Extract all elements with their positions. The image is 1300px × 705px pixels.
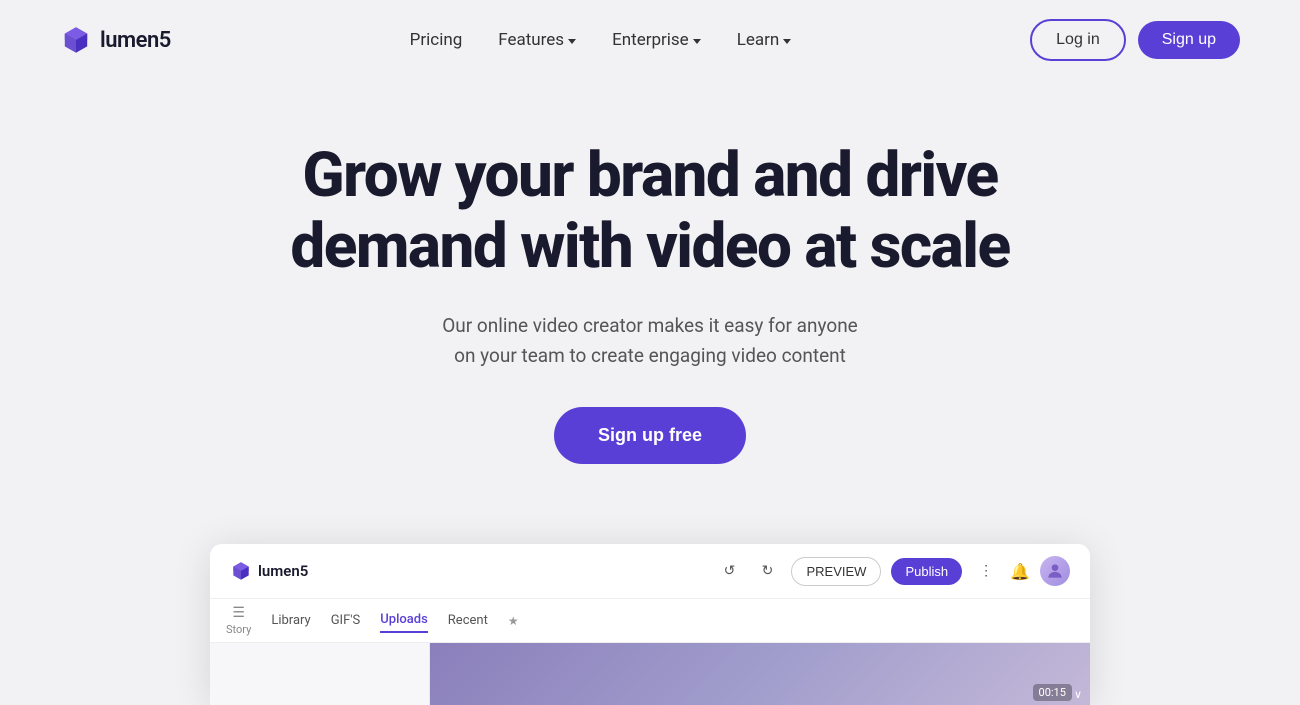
signup-button[interactable]: Sign up	[1138, 21, 1240, 59]
logo[interactable]: lumen5	[60, 24, 171, 56]
story-tab[interactable]: ☰ Story	[226, 605, 251, 636]
preview-button[interactable]: PREVIEW	[791, 557, 881, 586]
notification-bell-icon[interactable]: 🔔	[1010, 562, 1030, 581]
hero-title: Grow your brand and drive demand with vi…	[290, 140, 1009, 283]
publish-button[interactable]: Publish	[891, 558, 962, 585]
app-bar-actions: ↺ ↻ PREVIEW Publish ⋮ 🔔	[715, 556, 1070, 586]
app-topbar: lumen5 ↺ ↻ PREVIEW Publish ⋮ 🔔	[210, 544, 1090, 599]
hero-subtitle: Our online video creator makes it easy f…	[442, 311, 858, 372]
undo-button[interactable]: ↺	[715, 557, 743, 585]
app-video-panel: 00:15 ∨	[430, 643, 1090, 705]
app-footer-bar: 00:15 ∨	[430, 643, 1090, 705]
nav-features[interactable]: Features	[498, 30, 576, 50]
lumen5-logo-icon	[60, 24, 92, 56]
login-button[interactable]: Log in	[1030, 19, 1126, 61]
more-options-button[interactable]: ⋮	[972, 557, 1000, 585]
features-chevron-icon	[568, 39, 576, 44]
nav-learn[interactable]: Learn	[737, 30, 792, 50]
recent-tab[interactable]: Recent	[448, 609, 488, 632]
star-icon[interactable]: ★	[508, 614, 519, 628]
nav-enterprise[interactable]: Enterprise	[612, 30, 701, 50]
app-logo-icon	[230, 560, 252, 582]
story-icon: ☰	[232, 605, 245, 621]
avatar-icon	[1045, 561, 1065, 581]
learn-chevron-icon	[783, 39, 791, 44]
app-content-area: 00:15 ∨	[210, 643, 1090, 705]
nav-pricing[interactable]: Pricing	[410, 30, 463, 50]
app-toolbar: ☰ Story Library GIF'S Uploads Recent ★	[210, 599, 1090, 643]
hero-cta-button[interactable]: Sign up free	[554, 407, 746, 464]
app-logo-text: lumen5	[258, 562, 308, 580]
nav-links: Pricing Features Enterprise Learn	[410, 30, 792, 50]
app-preview: lumen5 ↺ ↻ PREVIEW Publish ⋮ 🔔 ☰	[210, 544, 1090, 705]
library-tab[interactable]: Library	[271, 609, 310, 632]
gifs-tab[interactable]: GIF'S	[331, 609, 361, 632]
avatar[interactable]	[1040, 556, 1070, 586]
chevron-time-icon: ∨	[1074, 688, 1082, 701]
enterprise-chevron-icon	[693, 39, 701, 44]
app-logo: lumen5	[230, 560, 308, 582]
hero-section: Grow your brand and drive demand with vi…	[0, 80, 1300, 504]
logo-text: lumen5	[100, 28, 171, 53]
video-duration: 00:15	[1033, 684, 1072, 701]
redo-button[interactable]: ↻	[753, 557, 781, 585]
app-left-panel	[210, 643, 430, 705]
nav-buttons: Log in Sign up	[1030, 19, 1240, 61]
navbar: lumen5 Pricing Features Enterprise Learn…	[0, 0, 1300, 80]
uploads-tab[interactable]: Uploads	[380, 608, 428, 633]
